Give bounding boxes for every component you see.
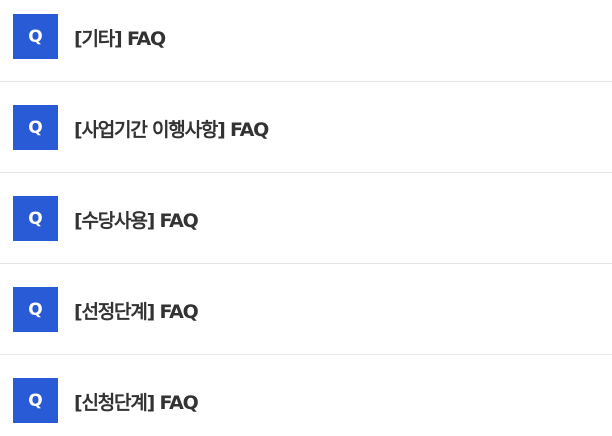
question-badge: Q <box>13 14 58 59</box>
faq-item-title[interactable]: [사업기간 이행사항] FAQ <box>74 115 269 142</box>
faq-item-selection-stage[interactable]: Q [선정단계] FAQ <box>0 264 612 355</box>
faq-list: Q [기타] FAQ Q [사업기간 이행사항] FAQ Q [수당사용] FA… <box>0 0 612 436</box>
question-badge: Q <box>13 105 58 150</box>
faq-item-title[interactable]: [신청단계] FAQ <box>74 388 199 415</box>
faq-item-title[interactable]: [선정단계] FAQ <box>74 297 199 324</box>
faq-item-allowance-usage[interactable]: Q [수당사용] FAQ <box>0 173 612 264</box>
question-badge: Q <box>13 287 58 332</box>
faq-item-title[interactable]: [수당사용] FAQ <box>74 206 199 233</box>
faq-item-project-period-obligations[interactable]: Q [사업기간 이행사항] FAQ <box>0 82 612 173</box>
faq-item-other[interactable]: Q [기타] FAQ <box>0 0 612 82</box>
faq-item-application-stage[interactable]: Q [신청단계] FAQ <box>0 355 612 436</box>
question-badge: Q <box>13 378 58 423</box>
question-badge: Q <box>13 196 58 241</box>
faq-item-title[interactable]: [기타] FAQ <box>74 24 166 51</box>
